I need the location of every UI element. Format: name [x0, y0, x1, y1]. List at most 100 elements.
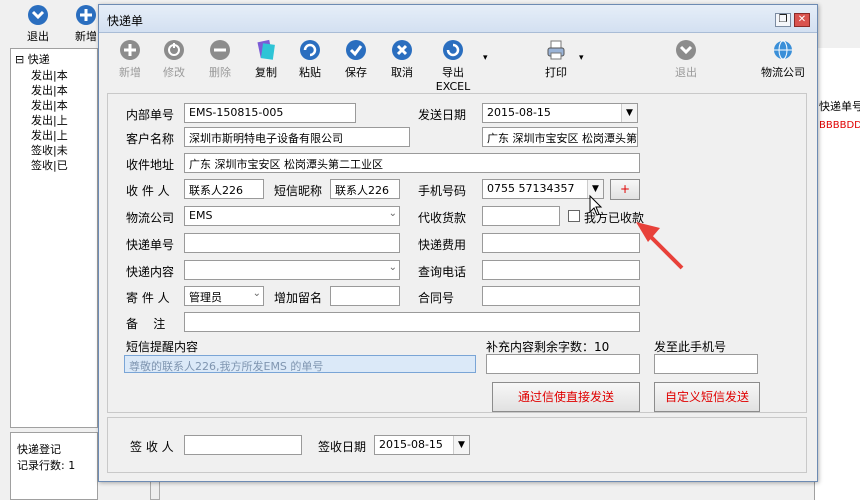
- toolbar-exit-label: 退出: [675, 66, 697, 79]
- status-count: 记录行数: 1: [17, 459, 76, 472]
- tree-item-label: 发出|本: [31, 84, 68, 97]
- toolbar-delete-button[interactable]: 删除: [195, 39, 245, 80]
- customer-region-field[interactable]: 广东 深圳市宝安区 松岗潭头第: [482, 127, 638, 147]
- export-excel-icon: [443, 40, 463, 60]
- toolbar-edit-button[interactable]: 修改: [149, 39, 199, 80]
- grid-header: 快递单号: [819, 100, 860, 113]
- minus-circle-icon: [210, 40, 230, 60]
- send-to-label: 发至此手机号: [654, 340, 727, 354]
- send-date-picker[interactable]: 2015-08-15 ▼: [482, 103, 638, 123]
- chevron-down-icon: ▼: [587, 180, 603, 198]
- content-label: 快递内容: [126, 265, 175, 279]
- signer-label: 签 收 人: [130, 440, 174, 454]
- toolbar-exit-button[interactable]: 退出: [661, 39, 711, 80]
- toolbar-add-button[interactable]: 新增: [105, 39, 155, 80]
- sms-content-label: 短信提醒内容: [126, 340, 199, 354]
- extra-msg-field[interactable]: [330, 286, 400, 306]
- contract-field[interactable]: [482, 286, 640, 306]
- sender-select[interactable]: 管理员 ⌄: [184, 286, 264, 306]
- send-direct-button[interactable]: 通过信使直接发送: [492, 382, 640, 412]
- sign-date-value: 2015-08-15: [379, 438, 443, 451]
- remark-field[interactable]: [184, 312, 640, 332]
- sign-date-picker[interactable]: 2015-08-15 ▼: [374, 435, 470, 455]
- send-date-value: 2015-08-15: [487, 106, 551, 119]
- logistics-value: EMS: [189, 209, 213, 222]
- signer-field[interactable]: [184, 435, 302, 455]
- toolbar-add-label: 新增: [119, 66, 141, 79]
- toolbar-export-button[interactable]: 导出EXCEL: [425, 39, 481, 93]
- chevron-down-icon: ⌄: [388, 262, 397, 273]
- mobile-combo[interactable]: 0755 57134357 ▼: [482, 179, 604, 199]
- exit-icon: [676, 40, 696, 60]
- sms-nick-field[interactable]: 联系人226: [330, 179, 400, 199]
- tracking-field[interactable]: [184, 233, 400, 253]
- tree-item-label: 发出|本: [31, 99, 68, 112]
- bg-scrollbar[interactable]: [150, 480, 160, 500]
- tree-item-label: 发出|上: [31, 114, 68, 127]
- sign-panel: 签 收 人 签收日期 2015-08-15 ▼: [107, 417, 807, 473]
- sender-label: 寄 件 人: [126, 291, 170, 305]
- bg-add-label: 新增: [75, 30, 97, 43]
- custom-sms-button[interactable]: 自定义短信发送: [654, 382, 760, 412]
- logistics-globe-icon: [774, 40, 792, 60]
- sms-nick-label: 短信昵称: [274, 184, 323, 198]
- status-title: 快递登记: [17, 443, 61, 456]
- waybill-dialog: 快递单 ❐ ✕ 新增 修改 删除 复制 粘贴 保存 取消 导出EXCEL ▾ 打…: [98, 4, 818, 482]
- chevron-down-icon: ⌄: [252, 288, 261, 299]
- mobile-label: 手机号码: [418, 184, 467, 198]
- toolbar-delete-label: 删除: [209, 66, 231, 79]
- print-icon: [547, 40, 565, 60]
- print-dropdown-icon[interactable]: ▾: [579, 53, 584, 63]
- bg-exit-label: 退出: [27, 30, 49, 43]
- toolbar-print-button[interactable]: 打印: [531, 39, 581, 80]
- remark-label: 备 注: [126, 317, 166, 331]
- toolbar-save-button[interactable]: 保存: [331, 39, 381, 80]
- cod-label: 代收货款: [418, 211, 467, 225]
- query-phone-label: 查询电话: [418, 265, 467, 279]
- toolbar-logistics-button[interactable]: 物流公司: [755, 39, 811, 80]
- toolbar-paste-button[interactable]: 粘贴: [285, 39, 335, 80]
- waybill-form: 内部单号 EMS-150815-005 发送日期 2015-08-15 ▼ 客户…: [107, 93, 807, 413]
- cod-field[interactable]: [482, 206, 560, 226]
- edit-circle-icon: [164, 40, 184, 60]
- internal-no-field[interactable]: EMS-150815-005: [184, 103, 356, 123]
- chevron-down-icon: ⌄: [388, 208, 397, 219]
- tree-item-label: 发出|本: [31, 69, 68, 82]
- receiver-field[interactable]: 联系人226: [184, 179, 264, 199]
- received-checkbox[interactable]: [568, 210, 580, 222]
- sms-content-field[interactable]: 尊敬的联系人226,我方所发EMS 的单号: [124, 355, 476, 373]
- bg-exit-button[interactable]: 退出: [18, 0, 58, 44]
- close-button[interactable]: ✕: [794, 13, 810, 27]
- toolbar-cancel-button[interactable]: 取消: [377, 39, 427, 80]
- fee-field[interactable]: [482, 233, 640, 253]
- tree-item-label: 签收|未: [31, 144, 68, 157]
- logistics-select[interactable]: EMS ⌄: [184, 206, 400, 226]
- background-status-panel: 快递登记 记录行数: 1: [10, 432, 98, 500]
- toolbar-copy-button[interactable]: 复制: [241, 39, 291, 80]
- address-field[interactable]: 广东 深圳市宝安区 松岗潭头第二工业区: [184, 153, 640, 173]
- toolbar-copy-label: 复制: [255, 66, 277, 79]
- background-grid: 快递单号 BBBBDD: [814, 48, 860, 500]
- customer-label: 客户名称: [126, 132, 175, 146]
- send-to-field[interactable]: [654, 354, 758, 374]
- exit-icon: [28, 5, 48, 25]
- chevron-down-icon: ▼: [453, 436, 469, 454]
- dialog-titlebar[interactable]: 快递单 ❐ ✕: [99, 5, 817, 33]
- restore-button[interactable]: ❐: [775, 13, 791, 27]
- toolbar-paste-label: 粘贴: [299, 66, 321, 79]
- query-phone-field[interactable]: [482, 260, 640, 280]
- send-date-label: 发送日期: [418, 108, 467, 122]
- chevron-down-icon: ▼: [621, 104, 637, 122]
- tree-root[interactable]: ⊟ 快递: [15, 51, 99, 67]
- plus-circle-icon: [120, 40, 140, 60]
- toolbar-logistics-label: 物流公司: [761, 66, 805, 79]
- add-mobile-button[interactable]: +: [610, 179, 640, 200]
- export-dropdown-icon[interactable]: ▾: [483, 53, 488, 63]
- remaining-chars-field[interactable]: [486, 354, 640, 374]
- save-check-icon: [346, 40, 366, 60]
- toolbar-cancel-label: 取消: [391, 66, 413, 79]
- customer-field[interactable]: 深圳市斯明特电子设备有限公司: [184, 127, 410, 147]
- content-select[interactable]: ⌄: [184, 260, 400, 280]
- toolbar-save-label: 保存: [345, 66, 367, 79]
- paste-icon: [300, 40, 320, 60]
